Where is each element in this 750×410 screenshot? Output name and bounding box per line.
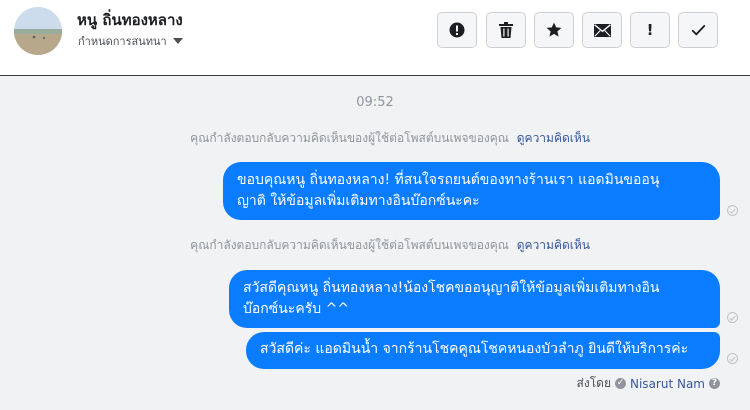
- trash-icon: [499, 22, 513, 38]
- reply-context-notice: คุณกำลังตอบกลับความคิดเห็นของผู้ใช้ต่อโพ…: [190, 129, 590, 148]
- delete-button[interactable]: [486, 12, 526, 48]
- assign-conversation-dropdown[interactable]: กำหนดการสนทนา: [78, 32, 183, 50]
- seen-status-icon: [727, 205, 738, 216]
- sent-by-row: ส่งโดย ✓ Nisarut Nam ?: [577, 374, 720, 393]
- seen-status-icon: [727, 353, 738, 364]
- message-bubble: ขอบคุณหนู ถิ่นทองหลาง! ที่สนใจรถยนต์ของท…: [223, 162, 720, 220]
- important-button[interactable]: !: [630, 12, 670, 48]
- conversation-header: หนู ถิ่นทองหลาง กำหนดการสนทนา !: [0, 0, 750, 76]
- assign-label: กำหนดการสนทนา: [78, 35, 167, 48]
- star-button[interactable]: [534, 12, 574, 48]
- checkmark-icon: [691, 24, 705, 36]
- message-line: สวัสดีค่ะ แอดมินน้ำ จากร้านโชคคูณโชคหนอง…: [260, 341, 689, 357]
- message-timestamp: 09:52: [356, 95, 394, 110]
- sent-by-label: ส่งโดย: [576, 376, 611, 390]
- done-button[interactable]: [678, 12, 718, 48]
- message-line: ขอบคุณหนู ถิ่นทองหลาง! ที่สนใจรถยนต์ของท…: [237, 172, 660, 188]
- sender-name-link[interactable]: Nisarut Nam: [630, 377, 705, 391]
- message-line: บ๊อกซ์นะครับ ^^: [243, 301, 350, 317]
- seen-status-icon: [727, 312, 738, 323]
- message-bubble: สวัสดีคุณหนู ถิ่นทองหลาง!น้องโชคขออนุญาต…: [229, 270, 720, 328]
- alert-circle-icon: [449, 22, 465, 38]
- message-thread[interactable]: 09:52 คุณกำลังตอบกลับความคิดเห็นของผู้ใช…: [0, 76, 750, 410]
- view-comment-link[interactable]: ดูความคิดเห็น: [517, 131, 590, 145]
- exclamation-icon: !: [646, 21, 654, 39]
- message-line: ญาติ ให้ข้อมูลเพิ่มเติมทางอินบ๊อกซ์นะคะ: [237, 193, 480, 209]
- report-button[interactable]: [437, 12, 477, 48]
- help-icon[interactable]: ?: [709, 378, 720, 389]
- view-comment-link[interactable]: ดูความคิดเห็น: [517, 238, 590, 252]
- message-bubble: สวัสดีค่ะ แอดมินน้ำ จากร้านโชคคูณโชคหนอง…: [246, 332, 720, 369]
- mark-unread-button[interactable]: [582, 12, 622, 48]
- verified-icon: ✓: [615, 378, 626, 389]
- contact-name: หนู ถิ่นทองหลาง: [77, 11, 183, 29]
- notice-text: คุณกำลังตอบกลับความคิดเห็นของผู้ใช้ต่อโพ…: [190, 238, 509, 252]
- reply-context-notice: คุณกำลังตอบกลับความคิดเห็นของผู้ใช้ต่อโพ…: [190, 236, 590, 255]
- chevron-down-icon: [172, 38, 183, 44]
- notice-text: คุณกำลังตอบกลับความคิดเห็นของผู้ใช้ต่อโพ…: [190, 131, 509, 145]
- avatar[interactable]: [14, 7, 62, 55]
- star-icon: [546, 22, 562, 37]
- message-line: สวัสดีคุณหนู ถิ่นทองหลาง!น้องโชคขออนุญาต…: [243, 280, 660, 296]
- envelope-icon: [593, 23, 611, 37]
